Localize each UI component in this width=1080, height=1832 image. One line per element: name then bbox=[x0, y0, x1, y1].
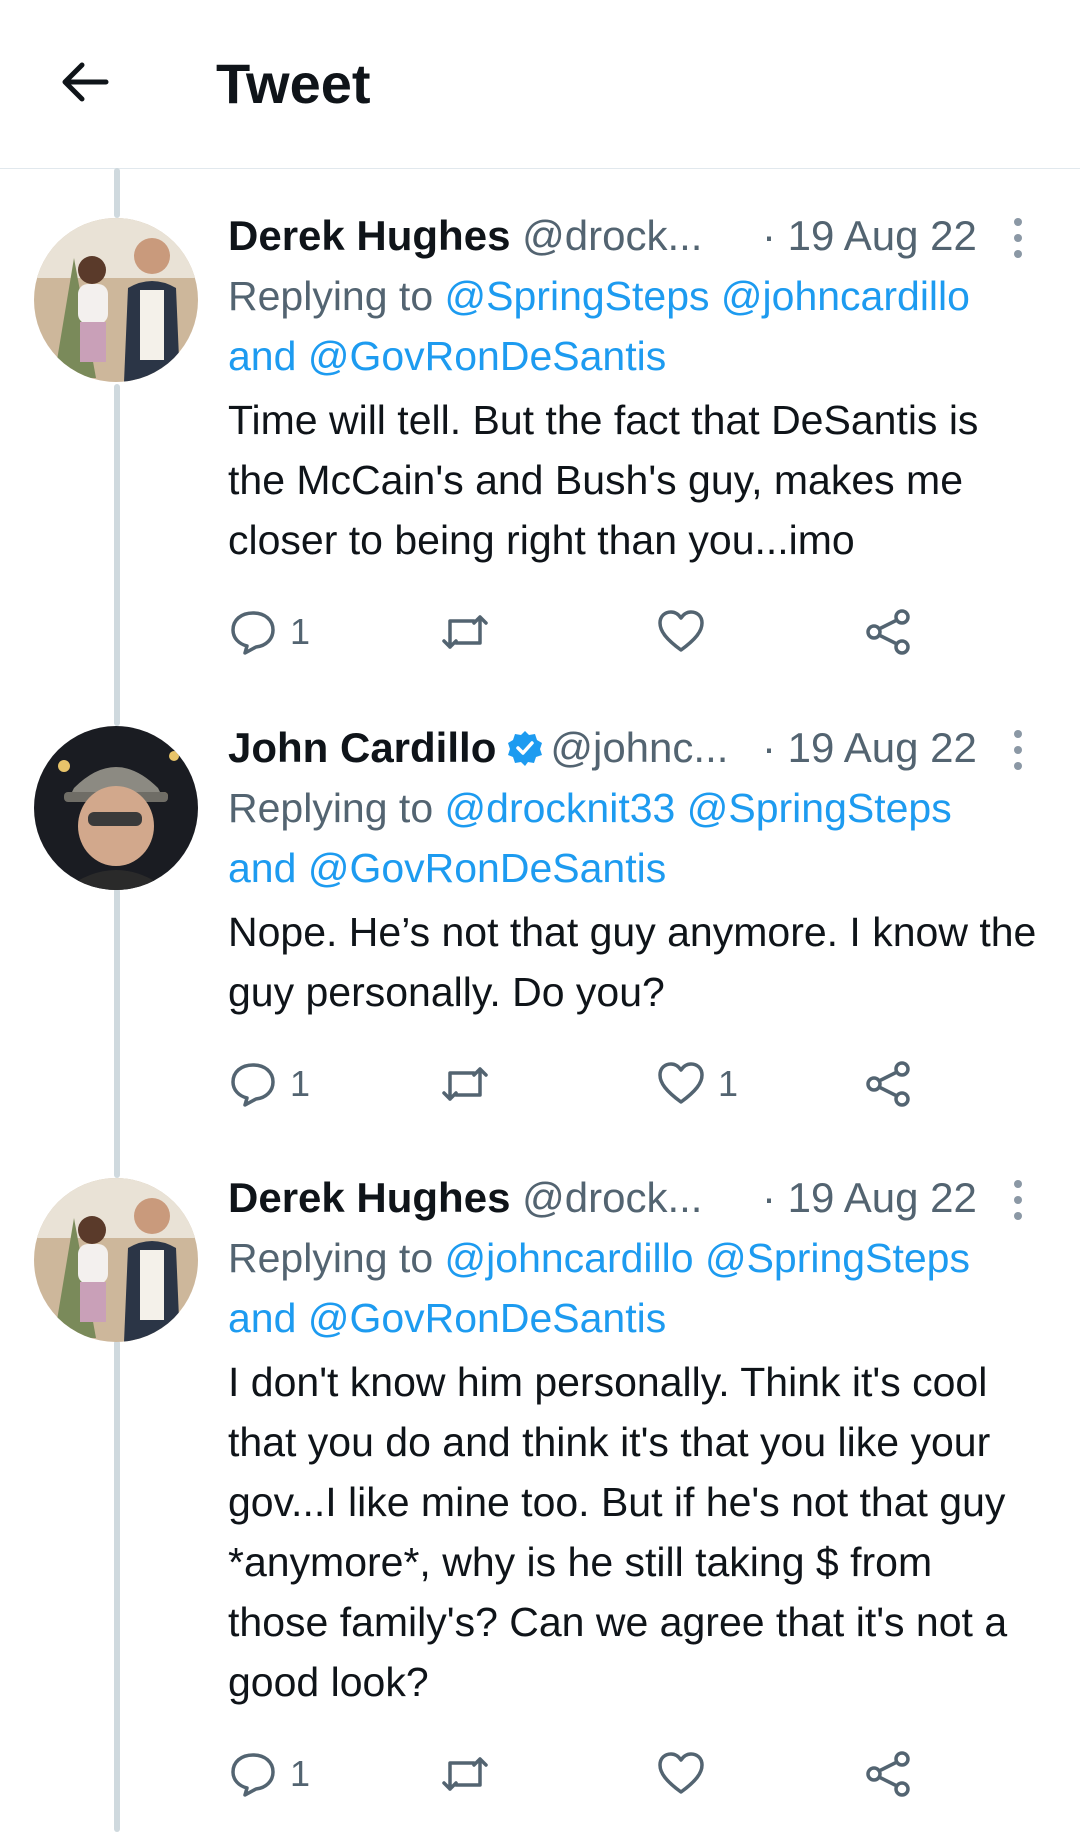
like-button[interactable]: 1 bbox=[656, 1054, 738, 1114]
retweet-icon bbox=[442, 1067, 488, 1101]
mention-link[interactable]: @drocknit33 bbox=[445, 785, 676, 831]
thread-line bbox=[114, 384, 120, 726]
action-bar: 1 bbox=[228, 602, 988, 662]
reply-count: 1 bbox=[290, 611, 311, 652]
share-icon bbox=[866, 1061, 910, 1107]
reply-button[interactable]: 1 bbox=[228, 1744, 310, 1804]
like-button[interactable] bbox=[656, 1744, 718, 1804]
heart-icon bbox=[658, 610, 704, 652]
thread-line bbox=[114, 888, 120, 1178]
replying-prefix: Replying to bbox=[228, 273, 434, 319]
reply-count: 1 bbox=[290, 1753, 311, 1794]
tweet-text: Time will tell. But the fact that DeSant… bbox=[228, 397, 979, 563]
retweet-icon bbox=[442, 615, 488, 649]
tweet-date: · 19 Aug 22 bbox=[762, 212, 977, 259]
reply-count: 1 bbox=[290, 1063, 311, 1104]
mention-link[interactable]: @GovRonDeSantis bbox=[308, 845, 666, 891]
author-name[interactable]: John Cardillo bbox=[228, 724, 496, 771]
retweet-icon bbox=[442, 1757, 488, 1791]
top-app-bar: Tweet bbox=[0, 0, 1080, 169]
heart-icon bbox=[658, 1062, 704, 1104]
thread-line bbox=[114, 168, 120, 218]
action-bar: 1 1 bbox=[228, 1054, 988, 1114]
share-icon bbox=[866, 1751, 910, 1797]
author-name[interactable]: Derek Hughes bbox=[228, 1174, 510, 1221]
avatar[interactable] bbox=[34, 1178, 198, 1342]
tweet-date: · 19 Aug 22 bbox=[762, 1174, 977, 1221]
retweet-button[interactable] bbox=[440, 1744, 502, 1804]
mention-link[interactable]: @GovRonDeSantis bbox=[308, 333, 666, 379]
thread-line bbox=[114, 1340, 120, 1832]
mention-link[interactable]: @SpringSteps bbox=[445, 273, 710, 319]
replying-to: Replying to @johncardillo @SpringSteps a… bbox=[228, 1228, 1038, 1348]
like-button[interactable] bbox=[656, 602, 718, 662]
tweet-header: John Cardillo @johnc... · 19 Aug 22 bbox=[228, 720, 1038, 776]
share-button[interactable] bbox=[864, 1744, 914, 1804]
more-options-icon[interactable] bbox=[1008, 1178, 1028, 1222]
author-handle[interactable]: @drock... bbox=[522, 212, 702, 259]
back-button[interactable] bbox=[56, 54, 112, 110]
more-options-icon[interactable] bbox=[1008, 216, 1028, 260]
mention-and[interactable]: and bbox=[228, 1295, 296, 1341]
tweet-text: I don't know him personally. Think it's … bbox=[228, 1359, 1008, 1705]
replying-prefix: Replying to bbox=[228, 1235, 434, 1281]
replying-to: Replying to @SpringSteps @johncardillo a… bbox=[228, 266, 1038, 386]
reply-icon bbox=[231, 1063, 275, 1107]
share-button[interactable] bbox=[864, 602, 914, 662]
tweet-header: Derek Hughes @drock... · 19 Aug 22 bbox=[228, 1170, 1038, 1226]
mention-and[interactable]: and bbox=[228, 845, 296, 891]
reply-button[interactable]: 1 bbox=[228, 1054, 310, 1114]
author-handle[interactable]: @drock... bbox=[522, 1174, 702, 1221]
arrow-left-icon bbox=[62, 62, 109, 102]
mention-link[interactable]: @SpringSteps bbox=[687, 785, 952, 831]
like-count: 1 bbox=[718, 1063, 739, 1104]
avatar[interactable] bbox=[34, 218, 198, 382]
replying-to: Replying to @drocknit33 @SpringSteps and… bbox=[228, 778, 1038, 898]
more-options-icon[interactable] bbox=[1008, 728, 1028, 772]
mention-link[interactable]: @GovRonDeSantis bbox=[308, 1295, 666, 1341]
tweet-date: · 19 Aug 22 bbox=[762, 724, 977, 771]
tweet-text: Nope. He’s not that guy anymore. I know … bbox=[228, 909, 1037, 1015]
author-handle[interactable]: @johnc... bbox=[550, 724, 728, 771]
reply-icon bbox=[231, 611, 275, 655]
retweet-button[interactable] bbox=[440, 1054, 502, 1114]
replying-prefix: Replying to bbox=[228, 785, 434, 831]
verified-badge-icon bbox=[508, 731, 543, 766]
mention-link[interactable]: @SpringSteps bbox=[705, 1235, 970, 1281]
reply-icon bbox=[231, 1753, 275, 1797]
mention-and[interactable]: and bbox=[228, 333, 296, 379]
heart-icon bbox=[658, 1752, 704, 1794]
share-icon bbox=[866, 609, 910, 655]
author-name[interactable]: Derek Hughes bbox=[228, 212, 510, 259]
tweet-header: Derek Hughes @drock... · 19 Aug 22 bbox=[228, 208, 1038, 264]
mention-link[interactable]: @johncardillo bbox=[721, 273, 970, 319]
share-button[interactable] bbox=[864, 1054, 914, 1114]
action-bar: 1 bbox=[228, 1744, 988, 1804]
avatar[interactable] bbox=[34, 726, 198, 890]
mention-link[interactable]: @johncardillo bbox=[445, 1235, 694, 1281]
retweet-button[interactable] bbox=[440, 602, 502, 662]
page-title: Tweet bbox=[216, 52, 371, 115]
reply-button[interactable]: 1 bbox=[228, 602, 310, 662]
